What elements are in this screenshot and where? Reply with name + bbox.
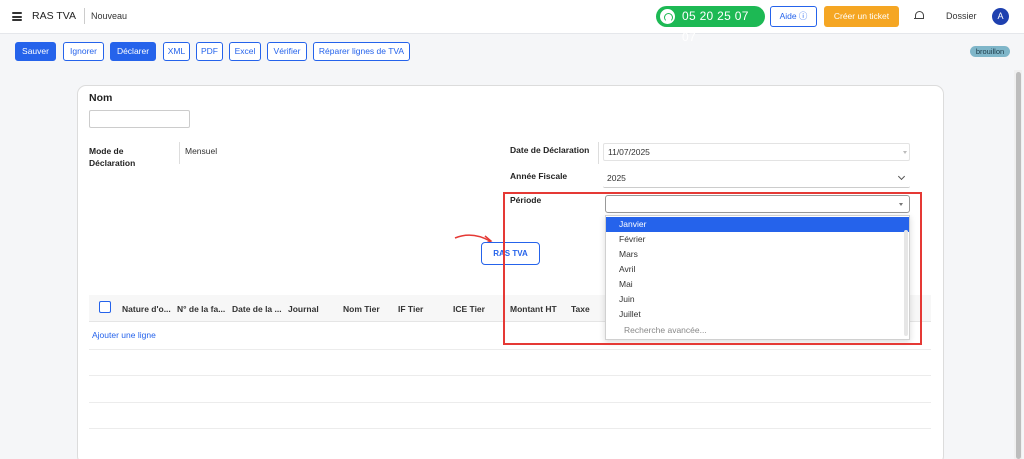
verify-button[interactable]: Vérifier [267,42,307,61]
excel-button[interactable]: Excel [229,42,261,61]
add-line-link[interactable]: Ajouter une ligne [92,330,156,340]
column-header[interactable]: Nom Tier [343,304,380,314]
fiscal-year-value: 2025 [607,173,626,183]
name-input[interactable] [89,110,190,128]
column-header[interactable]: ICE Tier [453,304,485,314]
avatar[interactable]: A [992,8,1009,25]
declare-button[interactable]: Déclarer [110,42,156,61]
repair-vat-lines-button[interactable]: Réparer lignes de TVA [313,42,410,61]
declaration-mode-label: Mode de Déclaration [89,146,136,168]
caret-down-icon [903,151,907,154]
breadcrumb[interactable]: Nouveau [91,11,127,21]
headset-icon [660,9,675,24]
pdf-button[interactable]: PDF [196,42,223,61]
dossier-menu[interactable]: Dossier [946,11,977,21]
divider [84,8,85,24]
bell-icon[interactable] [914,11,924,22]
table-row [89,428,931,429]
name-label: Nom [89,92,113,104]
field-divider [598,142,599,164]
status-badge: brouillon [970,46,1010,57]
table-row [89,349,931,350]
top-navbar: RAS TVA Nouveau 05 20 25 07 07 Aide ⓘ Cr… [0,0,1024,44]
column-header[interactable]: Journal [288,304,319,314]
fiscal-year-select[interactable]: 2025 [603,170,910,188]
column-header[interactable]: Date de la ... [232,304,282,314]
column-header[interactable]: Nature d'o... [122,304,171,314]
column-header[interactable]: N° de la fa... [177,304,225,314]
annotation-highlight-box [503,192,922,345]
column-header[interactable]: IF Tier [398,304,423,314]
help-button[interactable]: Aide ⓘ [770,6,817,27]
save-button[interactable]: Sauver [15,42,56,61]
declaration-date-value: 11/07/2025 [608,147,650,157]
create-ticket-button[interactable]: Créer un ticket [824,6,899,27]
table-row [89,375,931,376]
phone-button[interactable]: 05 20 25 07 07 [656,6,765,44]
ignore-button[interactable]: Ignorer [63,42,104,61]
xml-button[interactable]: XML [163,42,190,61]
app-title: RAS TVA [32,10,76,22]
table-row [89,402,931,403]
fiscal-year-label: Année Fiscale [510,171,568,181]
declaration-date-input[interactable]: 11/07/2025 [603,143,910,161]
select-all-checkbox[interactable] [99,301,111,313]
phone-number: 05 20 25 07 07 [682,9,749,44]
scrollbar-thumb[interactable] [1016,72,1021,459]
field-divider [179,142,180,164]
menu-icon[interactable] [12,12,22,21]
declaration-date-label: Date de Déclaration [510,145,590,155]
declaration-mode-value[interactable]: Mensuel [185,146,217,156]
